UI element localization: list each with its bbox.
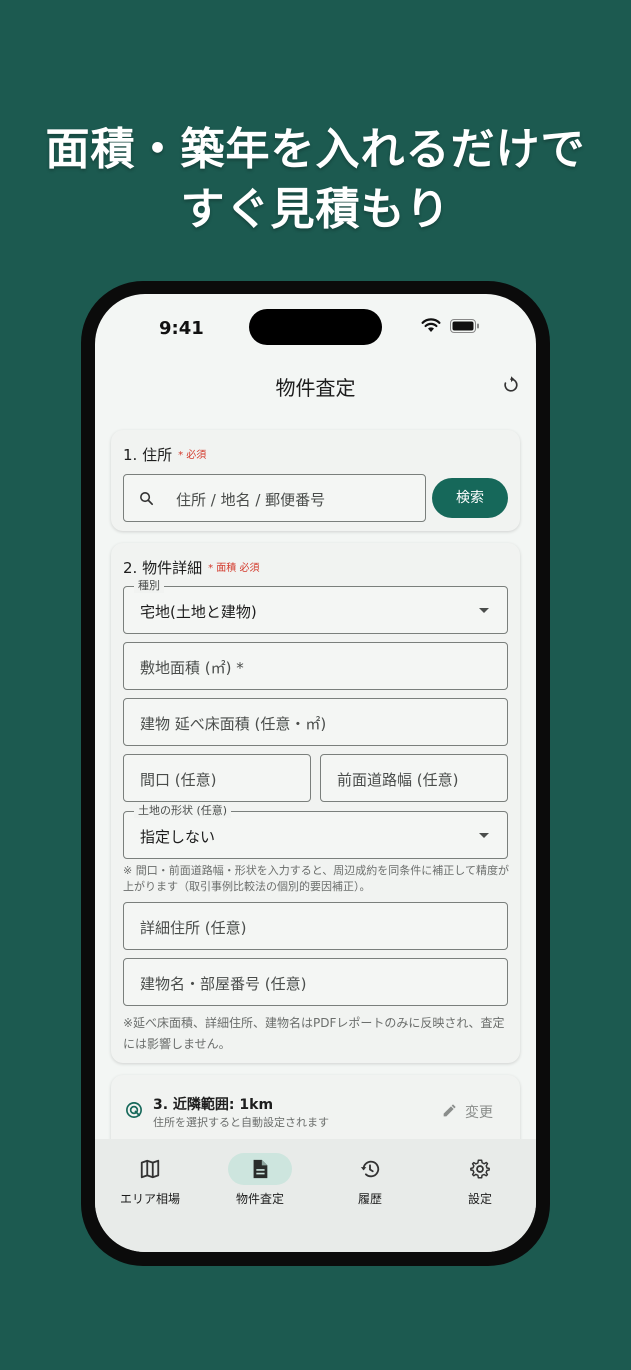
pencil-icon bbox=[443, 1104, 456, 1117]
property-title-text: 2. 物件詳細 bbox=[123, 559, 203, 577]
headline-line2: すぐ見積もり bbox=[180, 184, 451, 235]
land-shape-value: 指定しない bbox=[140, 828, 216, 846]
headline: 面積・築年を入れるだけで すぐ見積もり bbox=[0, 120, 631, 240]
chevron-down-icon bbox=[479, 608, 489, 613]
nav-label: 物件査定 bbox=[235, 1192, 284, 1206]
radius-icon bbox=[126, 1102, 142, 1118]
land-area-field[interactable]: 敷地面積 (㎡) * bbox=[123, 642, 508, 690]
nav-item-area-price[interactable]: エリア相場 bbox=[95, 1139, 205, 1229]
land-shape-label: 土地の形状 (任意) bbox=[134, 804, 232, 818]
pdf-note: ※延べ床面積、詳細住所、建物名はPDFレポートのみに反映され、査定には影響しませ… bbox=[123, 1016, 505, 1051]
phone-frame: 9:41 物件査定 1. 住所 * 必須 住所 / 地名 / 郵便番号 検索 2… bbox=[81, 281, 550, 1266]
building-name-placeholder: 建物名・部屋番号 (任意) bbox=[140, 975, 307, 993]
frontage-placeholder: 間口 (任意) bbox=[140, 771, 217, 789]
change-label: 変更 bbox=[465, 1105, 493, 1121]
building-name-field[interactable]: 建物名・部屋番号 (任意) bbox=[123, 958, 508, 1006]
property-type-label: 種別 bbox=[134, 579, 164, 593]
nav-label: 履歴 bbox=[357, 1192, 382, 1206]
gear-icon bbox=[470, 1159, 490, 1179]
search-button[interactable]: 検索 bbox=[432, 478, 508, 518]
radius-title: 3. 近隣範囲: 1km bbox=[153, 1097, 274, 1113]
nav-item-property-appraisal[interactable]: 物件査定 bbox=[205, 1139, 315, 1229]
search-icon bbox=[140, 492, 154, 506]
road-width-field[interactable]: 前面道路幅 (任意) bbox=[320, 754, 508, 802]
status-time: 9:41 bbox=[159, 318, 204, 339]
property-type-value: 宅地(土地と建物) bbox=[140, 603, 257, 621]
required-badge: * 面積 必須 bbox=[208, 563, 260, 574]
nav-item-history[interactable]: 履歴 bbox=[315, 1139, 425, 1229]
floor-area-field[interactable]: 建物 延べ床面積 (任意・㎡) bbox=[123, 698, 508, 746]
phone-screen: 9:41 物件査定 1. 住所 * 必須 住所 / 地名 / 郵便番号 検索 2… bbox=[95, 294, 536, 1252]
map-icon bbox=[140, 1159, 160, 1179]
address-card: 1. 住所 * 必須 住所 / 地名 / 郵便番号 検索 bbox=[111, 430, 520, 531]
property-type-select[interactable]: 種別 宅地(土地と建物) bbox=[123, 579, 508, 634]
headline-line1: 面積・築年を入れるだけで bbox=[45, 124, 586, 175]
detail-address-field[interactable]: 詳細住所 (任意) bbox=[123, 902, 508, 950]
correction-note: ※ 間口・前面道路幅・形状を入力すると、周辺成約を同条件に補正して精度が上がりま… bbox=[123, 864, 509, 893]
refresh-icon[interactable] bbox=[501, 375, 521, 395]
property-section-title: 2. 物件詳細 * 面積 必須 bbox=[123, 557, 259, 578]
frontage-field[interactable]: 間口 (任意) bbox=[123, 754, 311, 802]
nav-label: 設定 bbox=[467, 1192, 492, 1206]
battery-icon bbox=[450, 319, 479, 333]
nav-label: エリア相場 bbox=[119, 1192, 180, 1206]
detail-address-placeholder: 詳細住所 (任意) bbox=[140, 919, 247, 937]
floor-area-placeholder: 建物 延べ床面積 (任意・㎡) bbox=[140, 715, 327, 733]
app-bar: 物件査定 bbox=[95, 364, 536, 424]
nav-item-settings[interactable]: 設定 bbox=[425, 1139, 535, 1229]
chevron-down-icon bbox=[479, 833, 489, 838]
dynamic-island bbox=[249, 309, 382, 345]
document-icon bbox=[253, 1159, 268, 1179]
land-area-placeholder: 敷地面積 (㎡) * bbox=[140, 659, 244, 677]
address-section-title: 1. 住所 * 必須 bbox=[123, 444, 206, 465]
address-search-input[interactable]: 住所 / 地名 / 郵便番号 bbox=[123, 474, 426, 522]
search-placeholder: 住所 / 地名 / 郵便番号 bbox=[176, 491, 326, 509]
address-title-text: 1. 住所 bbox=[123, 446, 173, 464]
required-badge: * 必須 bbox=[178, 450, 207, 461]
history-icon bbox=[360, 1160, 380, 1178]
property-detail-card: 2. 物件詳細 * 面積 必須 種別 宅地(土地と建物) 敷地面積 (㎡) * 建… bbox=[111, 543, 520, 1063]
radius-subtitle: 住所を選択すると自動設定されます bbox=[153, 1116, 329, 1129]
status-bar: 9:41 bbox=[95, 294, 536, 364]
page-title: 物件査定 bbox=[275, 376, 356, 400]
bottom-navigation: エリア相場 物件査定 履歴 設定 bbox=[95, 1139, 536, 1252]
road-width-placeholder: 前面道路幅 (任意) bbox=[337, 771, 459, 789]
land-shape-select[interactable]: 土地の形状 (任意) 指定しない bbox=[123, 804, 508, 859]
wifi-icon bbox=[421, 318, 441, 332]
